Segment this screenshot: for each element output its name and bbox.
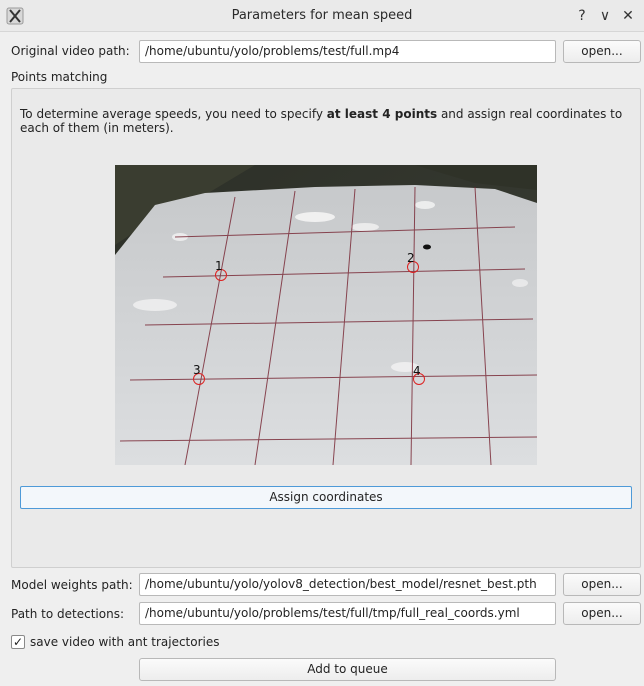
close-button[interactable]: ✕ bbox=[618, 6, 638, 26]
model-path-label: Model weights path: bbox=[11, 578, 133, 592]
video-path-field[interactable]: /home/ubuntu/yolo/problems/test/full.mp4 bbox=[139, 40, 556, 63]
video-path-label: Original video path: bbox=[11, 44, 130, 58]
instructions-text: To determine average speeds, you need to… bbox=[20, 107, 623, 135]
help-button[interactable]: ? bbox=[572, 6, 592, 26]
video-open-button[interactable]: open... bbox=[563, 40, 641, 63]
model-open-button[interactable]: open... bbox=[563, 573, 641, 596]
save-video-label: save video with ant trajectories bbox=[30, 635, 220, 649]
title-bar: Parameters for mean speed ? ∨ ✕ bbox=[0, 0, 644, 32]
points-group-label: Points matching bbox=[11, 70, 108, 84]
detections-open-button[interactable]: open... bbox=[563, 602, 641, 625]
assign-coordinates-button[interactable]: Assign coordinates bbox=[20, 486, 632, 509]
save-video-checkbox[interactable]: ✓ bbox=[11, 635, 25, 649]
add-to-queue-button[interactable]: Add to queue bbox=[139, 658, 556, 681]
point-marker-4-label: 4 bbox=[413, 364, 421, 378]
points-matching-group: To determine average speeds, you need to… bbox=[11, 88, 641, 568]
point-marker-1-label: 1 bbox=[215, 259, 223, 273]
minimize-button[interactable]: ∨ bbox=[595, 6, 615, 26]
window-title: Parameters for mean speed bbox=[231, 8, 413, 23]
point-marker-3-label: 3 bbox=[193, 363, 201, 377]
video-frame-canvas bbox=[115, 165, 537, 465]
video-frame-image[interactable]: 1 2 3 4 bbox=[115, 165, 537, 465]
detections-path-label: Path to detections: bbox=[11, 607, 125, 621]
point-marker-2-label: 2 bbox=[407, 251, 415, 265]
detections-path-field[interactable]: /home/ubuntu/yolo/problems/test/full/tmp… bbox=[139, 602, 556, 625]
model-path-field[interactable]: /home/ubuntu/yolo/yolov8_detection/best_… bbox=[139, 573, 556, 596]
